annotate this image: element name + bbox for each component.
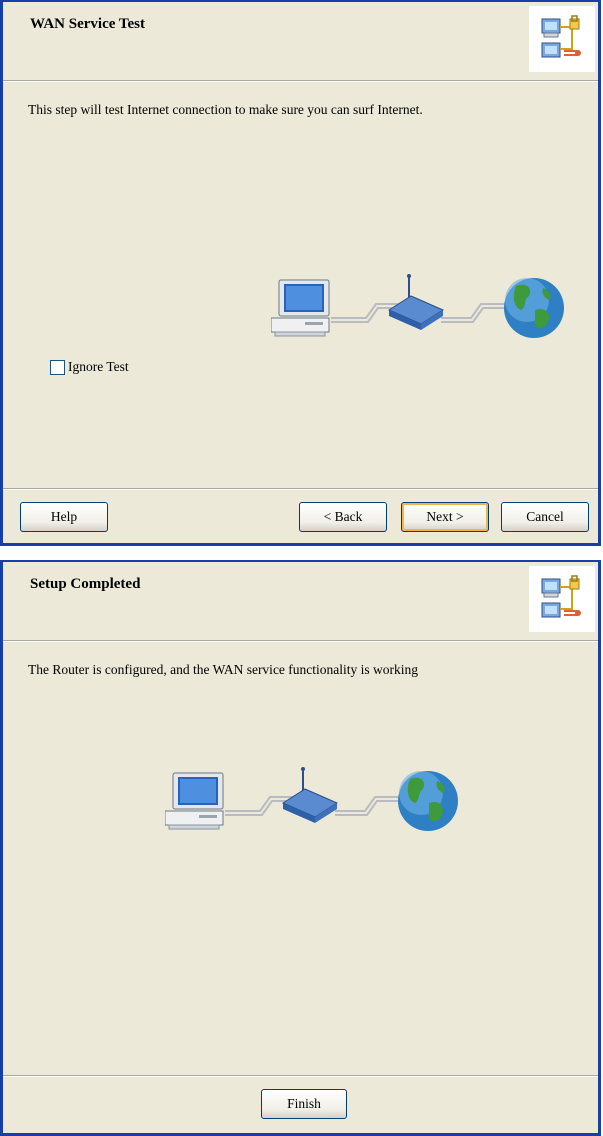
back-button[interactable]: < Back [299, 502, 387, 532]
header-separator [3, 640, 598, 642]
dialog-title: Setup Completed [30, 576, 141, 592]
step-description: This step will test Internet connection … [28, 102, 423, 117]
router-icon [387, 274, 445, 330]
setup-completed-dialog: Setup Completed The Router is configured… [0, 560, 601, 1136]
footer-separator [3, 1075, 598, 1077]
network-illustration [270, 274, 566, 349]
computer-icon [270, 279, 330, 337]
wan-service-test-dialog: WAN Service Test This step will test Int… [0, 0, 601, 546]
finish-button[interactable]: Finish [261, 1089, 347, 1119]
ignore-test-option[interactable]: Ignore Test [50, 358, 129, 376]
ignore-test-label: Ignore Test [68, 359, 129, 374]
globe-icon [504, 278, 564, 338]
dialog-header: Setup Completed [3, 562, 598, 641]
dialog-title: WAN Service Test [30, 16, 145, 32]
dialog-header: WAN Service Test [3, 2, 598, 81]
router-icon [281, 767, 339, 823]
network-wizard-icon [529, 6, 595, 72]
network-wizard-icon [529, 566, 595, 632]
network-illustration [164, 767, 460, 842]
ignore-test-checkbox[interactable] [50, 359, 65, 375]
help-button[interactable]: Help [20, 502, 108, 532]
completion-message: The Router is configured, and the WAN se… [28, 662, 419, 677]
globe-icon [398, 771, 458, 831]
computer-icon [164, 772, 224, 830]
cancel-button[interactable]: Cancel [501, 502, 589, 532]
footer-separator [3, 488, 598, 490]
next-button[interactable]: Next > [401, 502, 489, 532]
header-separator [3, 80, 598, 82]
